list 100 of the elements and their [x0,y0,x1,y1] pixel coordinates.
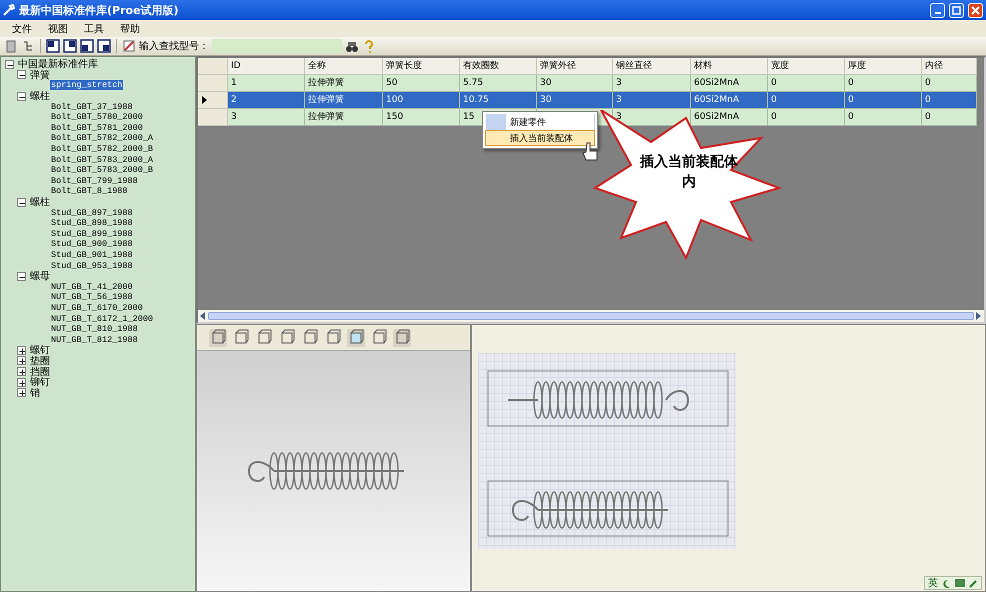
tree-item[interactable]: Stud_GB_953_1988 [50,260,134,271]
table-cell: 3 [228,109,305,126]
tree-item[interactable]: Bolt_GBT_5781_2000 [50,122,144,133]
table-cell: 0 [768,75,845,92]
collapse-toggle[interactable] [17,70,26,80]
expand-toggle[interactable] [17,356,26,366]
table-cell: 30 [537,92,613,109]
tree-item[interactable]: NUT_GB_T_810_1988 [50,324,139,334]
table-cell: 拉伸弹簧 [305,109,383,126]
column-header[interactable]: 内径 [922,58,977,75]
tree-item[interactable]: Bolt_GBT_799_1988 [50,176,139,186]
table-cell: 0 [845,75,922,92]
column-header[interactable]: 钢丝直径 [613,58,691,75]
table-cell: 30 [537,75,613,92]
scroll-right-icon[interactable] [976,312,982,320]
table-cell: 0 [922,109,977,126]
collapse-toggle[interactable] [17,272,26,281]
language-indicator[interactable]: 英 [928,576,938,590]
expand-toggle[interactable] [17,388,26,398]
close-button[interactable] [968,2,983,18]
pencil-icon[interactable] [122,39,136,53]
tree-item[interactable]: Bolt_GBT_37_1988 [50,102,134,112]
tree-item[interactable]: Bolt_GBT_5780_2000 [50,112,144,122]
table-cell: 0 [845,109,922,126]
menu-item[interactable]: 工具 [76,22,112,36]
context-menu-item[interactable]: 新建零件 [485,114,595,130]
column-header[interactable]: 弹簧长度 [383,58,460,75]
menu-item[interactable]: 文件 [4,22,40,36]
column-header[interactable]: 有效圈数 [460,58,537,75]
table-cell: 60Si2MnA [691,75,768,92]
table-cell: 0 [845,92,922,109]
tree-folder[interactable]: 螺柱 [29,195,51,210]
table-cell: 0 [768,109,845,126]
context-menu-item[interactable]: 插入当前装配体 [485,130,595,146]
tree-item[interactable]: spring_stretch [50,80,124,90]
horizontal-scrollbar[interactable] [198,310,984,322]
tree-item[interactable]: NUT_GB_T_41_2000 [50,282,134,292]
tree-item[interactable]: Bolt_GBT_5783_2000_A [50,154,154,165]
shaded-cube-icon[interactable] [347,328,365,346]
table-cell: 拉伸弹簧 [305,75,383,92]
menu-item[interactable]: 帮助 [112,22,148,36]
column-header[interactable]: ID [228,58,305,75]
column-header[interactable]: 弹簧外径 [537,58,613,75]
collapse-toggle[interactable] [17,198,26,207]
tree-item[interactable]: NUT_GB_T_56_1988 [50,292,134,302]
tree-icon[interactable] [21,39,35,53]
column-header[interactable]: 宽度 [768,58,845,75]
table-cell: 拉伸弹簧 [305,92,383,109]
tree-folder[interactable]: 螺母 [29,269,51,284]
moon-icon[interactable] [942,578,951,588]
callout-text: 插入当前装配体内 [639,153,739,192]
tree-folder[interactable]: 垫圈 [29,354,51,368]
table-cell: 0 [922,92,977,109]
expand-toggle[interactable] [17,346,26,355]
tree-item[interactable]: Bolt_GBT_8_1988 [50,186,129,196]
tree-item[interactable]: Stud_GB_898_1988 [50,218,134,228]
tree-item[interactable]: Bolt_GBT_5783_2000_B [50,165,154,176]
scroll-left-icon[interactable] [200,312,206,320]
menu-item[interactable]: 视图 [40,22,76,36]
table-cell: 100 [383,92,460,109]
tree-item[interactable]: NUT_GB_T_6170_2000 [50,302,144,313]
binoculars-icon[interactable] [345,39,359,53]
tree-item[interactable]: NUT_GB_T_812_1988 [50,334,139,345]
cube-icon[interactable] [393,328,411,346]
tree-item[interactable]: NUT_GB_T_6172_1_2000 [50,314,154,324]
table-cell: 1 [228,75,305,92]
maximize-button[interactable] [949,2,964,18]
tree-item[interactable]: Bolt_GBT_5782_2000_B [50,144,154,154]
table-cell: 2 [228,92,305,109]
layout-icon[interactable] [46,39,60,53]
window-title: 最新中国标准件库(Proe试用版) [19,2,180,18]
tree-item[interactable]: Stud_GB_901_1988 [50,250,134,260]
column-header[interactable]: 材料 [691,58,768,75]
collapse-toggle[interactable] [5,60,14,69]
layout-icon[interactable] [63,39,77,53]
search-field[interactable] [212,39,342,53]
grid-corner [198,58,228,75]
current-row-icon [202,96,207,104]
layout-icon[interactable] [80,39,94,53]
tree-folder[interactable]: 螺柱 [29,89,51,104]
minimize-button[interactable] [930,2,945,18]
table-cell: 3 [613,75,691,92]
table-cell: 0 [922,75,977,92]
close-icon [971,6,980,14]
table-cell: 10.75 [460,92,537,109]
expand-toggle[interactable] [17,367,26,376]
column-header[interactable]: 厚度 [845,58,922,75]
collapse-toggle[interactable] [17,92,26,101]
maximize-icon [952,6,961,14]
tree-item[interactable]: Bolt_GBT_5782_2000_A [50,133,154,144]
tree-item[interactable]: Stud_GB_899_1988 [50,228,134,239]
column-header[interactable]: 全称 [305,58,383,75]
row-header[interactable] [198,92,228,109]
layout-icon[interactable] [97,39,111,53]
tree-item[interactable]: Stud_GB_897_1988 [50,208,134,218]
tree-folder[interactable]: 弹簧 [29,68,51,82]
expand-toggle[interactable] [17,378,26,387]
tree-item[interactable]: Stud_GB_900_1988 [50,239,134,250]
table-cell: 50 [383,75,460,92]
book-icon[interactable] [4,39,18,53]
